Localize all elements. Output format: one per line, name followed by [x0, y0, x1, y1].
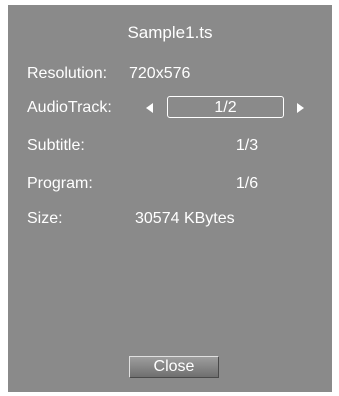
close-button[interactable]: Close	[129, 356, 219, 378]
resolution-value: 720x576	[129, 65, 191, 82]
subtitle-value: 1/3	[235, 137, 259, 154]
size-label: Size:	[27, 210, 63, 227]
audio-track-selector[interactable]: 1/2	[167, 96, 284, 118]
audio-track-label: AudioTrack:	[27, 99, 112, 116]
arrow-left-icon[interactable]	[146, 103, 153, 113]
size-value: 30574 KBytes	[135, 210, 235, 227]
program-value: 1/6	[235, 175, 259, 192]
file-info-dialog: Sample1.ts Resolution: 720x576 AudioTrac…	[8, 5, 332, 392]
resolution-label: Resolution:	[27, 65, 108, 82]
subtitle-label: Subtitle:	[27, 137, 85, 154]
arrow-right-icon[interactable]	[297, 103, 304, 113]
dialog-title: Sample1.ts	[127, 23, 213, 42]
program-label: Program:	[27, 175, 93, 192]
